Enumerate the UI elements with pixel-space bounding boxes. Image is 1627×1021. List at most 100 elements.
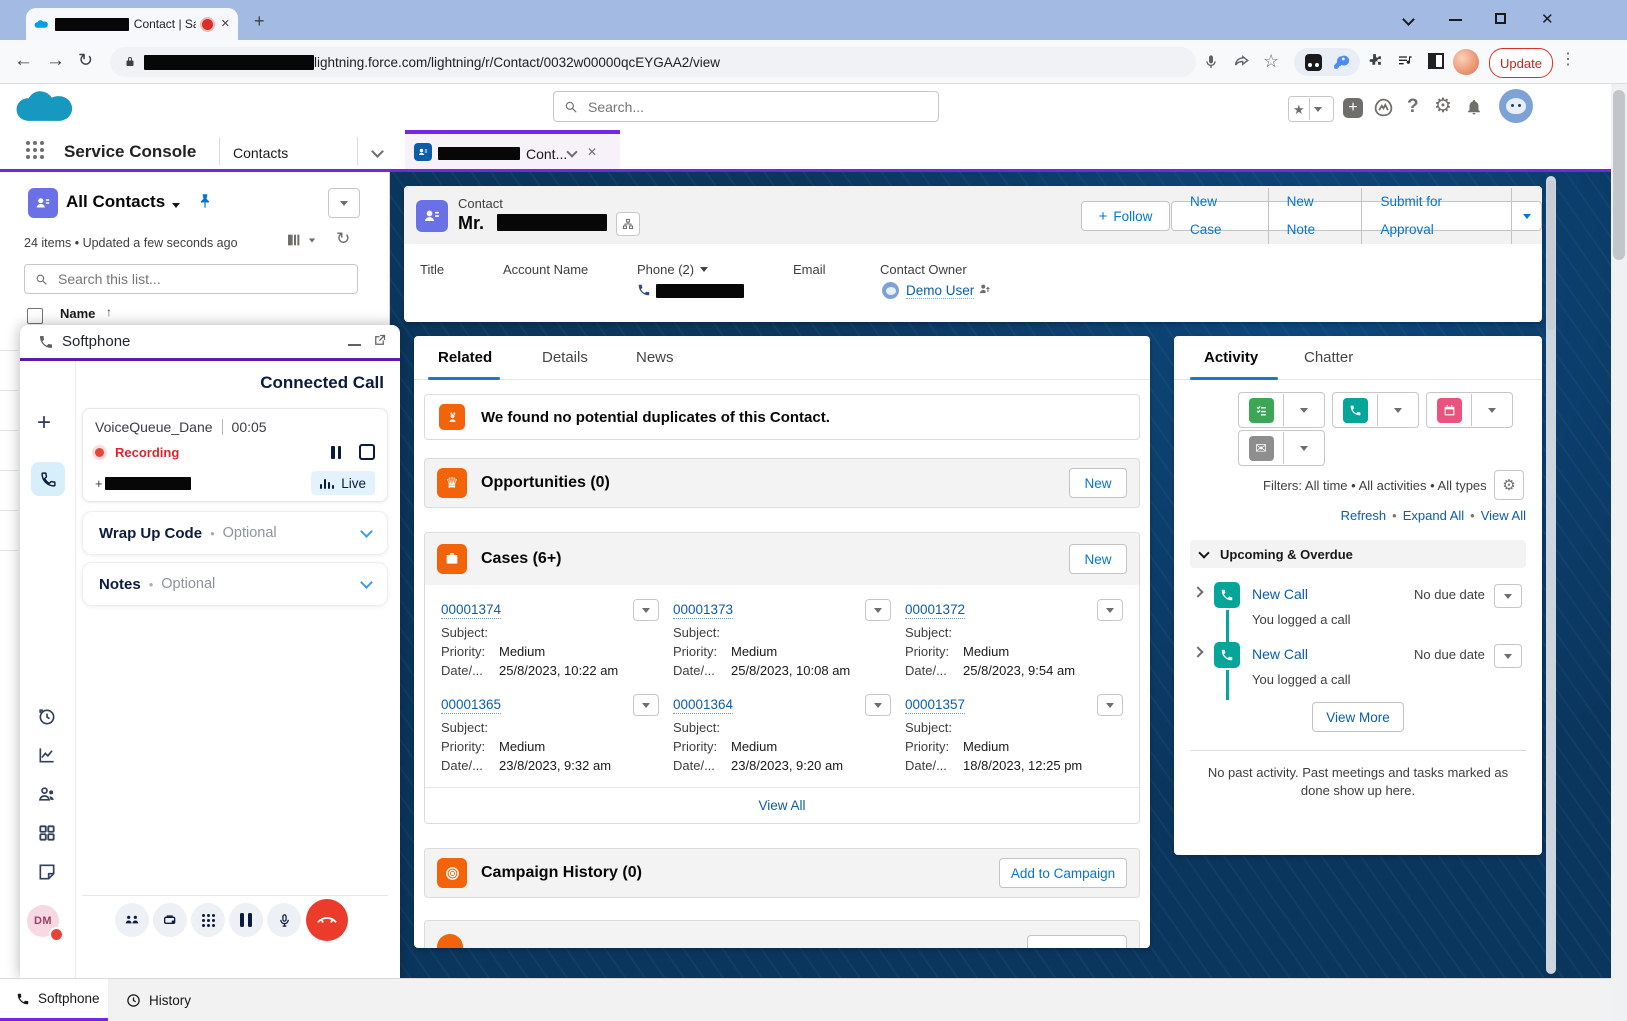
new-event-button[interactable]	[1427, 398, 1471, 423]
view-all-link[interactable]: View All	[1481, 508, 1526, 523]
window-maximize-icon[interactable]	[1495, 13, 1506, 24]
phone-caret-icon[interactable]	[700, 267, 708, 272]
end-call-button[interactable]	[306, 899, 348, 941]
case-number-link[interactable]: 00001374	[441, 602, 501, 619]
section-collapse-icon[interactable]	[1198, 547, 1209, 558]
campaign-history-section[interactable]: Campaign History (0) Add to Campaign	[424, 848, 1140, 898]
view-more-button[interactable]: View More	[1312, 702, 1404, 732]
extensions-puzzle-icon[interactable]	[1366, 52, 1383, 69]
related-section-button-partial[interactable]	[1027, 935, 1127, 948]
nav-tab-contacts[interactable]: Contacts	[233, 145, 288, 161]
utility-softphone-item[interactable]: Softphone	[0, 979, 108, 1021]
case-number-link[interactable]: 00001373	[673, 602, 733, 619]
wrapup-code-card[interactable]: Wrap Up Code Optional	[82, 511, 388, 555]
reload-button[interactable]	[78, 51, 93, 69]
tab-close-icon[interactable]	[221, 19, 230, 30]
display-as-caret-icon[interactable]	[309, 239, 315, 243]
global-search-box[interactable]	[553, 91, 939, 122]
timeline-item-title[interactable]: New Call	[1252, 586, 1308, 602]
submit-for-approval-button[interactable]: Submit for Approval	[1362, 188, 1512, 244]
contrast-square-icon[interactable]	[1428, 53, 1444, 69]
console-scrollbar-thumb[interactable]	[1547, 180, 1555, 330]
name-column-header[interactable]: Name	[60, 306, 95, 321]
opportunities-new-button[interactable]: New	[1069, 468, 1127, 498]
new-task-button[interactable]	[1239, 398, 1283, 423]
help-icon[interactable]	[1407, 97, 1419, 116]
playlist-icon[interactable]	[1396, 53, 1414, 69]
activity-filter-gear-button[interactable]	[1494, 470, 1524, 500]
change-owner-icon[interactable]	[978, 282, 992, 296]
timeline-expand-icon[interactable]	[1192, 586, 1203, 597]
timeline-item-menu-button[interactable]	[1494, 644, 1522, 668]
window-minimize-icon[interactable]	[1449, 19, 1462, 21]
device-button[interactable]	[153, 903, 187, 937]
quick-create-icon[interactable]	[1343, 98, 1363, 118]
wrapup-chevron-icon[interactable]	[360, 525, 373, 538]
list-view-caret-icon[interactable]	[172, 203, 180, 208]
notes-chevron-icon[interactable]	[360, 576, 373, 589]
update-button[interactable]: Update	[1489, 48, 1553, 78]
expand-all-link[interactable]: Expand All	[1403, 508, 1464, 523]
follow-button[interactable]: Follow	[1081, 201, 1170, 231]
case-row-menu-button[interactable]	[1097, 694, 1123, 716]
cases-title[interactable]: Cases (6+)	[481, 550, 562, 568]
case-number-link[interactable]: 00001357	[905, 697, 965, 714]
trailhead-icon[interactable]	[1373, 97, 1394, 118]
event-caret-button[interactable]	[1472, 408, 1512, 413]
list-search-input[interactable]	[56, 270, 340, 288]
phone-rail-item-active[interactable]	[31, 462, 65, 496]
notes-rail-icon[interactable]	[37, 862, 57, 882]
browser-menu-icon[interactable]	[1560, 52, 1576, 68]
display-as-icon[interactable]	[286, 232, 302, 248]
browser-tab[interactable]: Contact | Sal	[26, 8, 238, 40]
url-bar[interactable]: lightning.force.com/lightning/r/Contact/…	[110, 47, 1196, 77]
hold-button[interactable]	[229, 903, 263, 937]
user-avatar[interactable]	[1499, 89, 1533, 123]
add-to-campaign-button[interactable]: Add to Campaign	[999, 858, 1127, 888]
email-caret-button[interactable]	[1284, 446, 1324, 451]
notifications-bell-icon[interactable]	[1465, 97, 1483, 117]
extension-icon-dark[interactable]	[1305, 54, 1322, 71]
timeline-item-title[interactable]: New Call	[1252, 646, 1308, 662]
case-row-menu-button[interactable]	[865, 599, 891, 621]
timeline-item-menu-button[interactable]	[1494, 584, 1522, 608]
tab-chatter[interactable]: Chatter	[1304, 349, 1353, 366]
global-search-input[interactable]	[586, 98, 910, 116]
upcoming-overdue-header[interactable]: Upcoming & Overdue	[1190, 540, 1526, 568]
tab-related[interactable]: Related	[438, 349, 492, 366]
back-button[interactable]	[14, 51, 33, 70]
campaign-history-title[interactable]: Campaign History (0)	[481, 864, 642, 882]
refresh-link[interactable]: Refresh	[1341, 508, 1387, 523]
case-row-menu-button[interactable]	[1097, 599, 1123, 621]
softphone-minimize-icon[interactable]	[348, 344, 361, 346]
case-number-link[interactable]: 00001364	[673, 697, 733, 714]
refresh-list-icon[interactable]	[336, 230, 350, 247]
utility-history-item[interactable]: History	[112, 979, 205, 1021]
case-row-menu-button[interactable]	[865, 694, 891, 716]
mic-icon[interactable]	[1203, 52, 1219, 72]
tab-news[interactable]: News	[636, 349, 674, 366]
list-view-controls-button[interactable]	[328, 188, 360, 218]
apps-rail-icon[interactable]	[37, 823, 57, 843]
case-row-menu-button[interactable]	[633, 599, 659, 621]
dialpad-button[interactable]	[191, 903, 225, 937]
bookmark-star-icon[interactable]	[1263, 52, 1279, 70]
pin-icon[interactable]	[196, 191, 214, 211]
analytics-rail-icon[interactable]	[37, 745, 57, 765]
log-call-button[interactable]	[1333, 398, 1377, 423]
agent-avatar[interactable]: DM	[27, 905, 59, 937]
transfer-call-button[interactable]	[115, 903, 149, 937]
setup-gear-icon[interactable]	[1434, 96, 1452, 116]
stop-recording-icon[interactable]	[359, 444, 375, 460]
workspace-tab-caret-icon[interactable]	[566, 146, 577, 157]
case-row-menu-button[interactable]	[633, 694, 659, 716]
workspace-tab-active[interactable]: Cont...	[405, 130, 620, 169]
tab-activity[interactable]: Activity	[1204, 349, 1258, 366]
app-launcher-icon[interactable]	[26, 141, 30, 145]
window-close-icon[interactable]	[1541, 12, 1554, 27]
key-extension-icon[interactable]	[1332, 54, 1349, 71]
case-number-link[interactable]: 00001372	[905, 602, 965, 619]
notes-card[interactable]: Notes Optional	[82, 562, 388, 606]
pause-recording-icon[interactable]	[331, 446, 341, 459]
call-caret-button[interactable]	[1378, 408, 1418, 413]
